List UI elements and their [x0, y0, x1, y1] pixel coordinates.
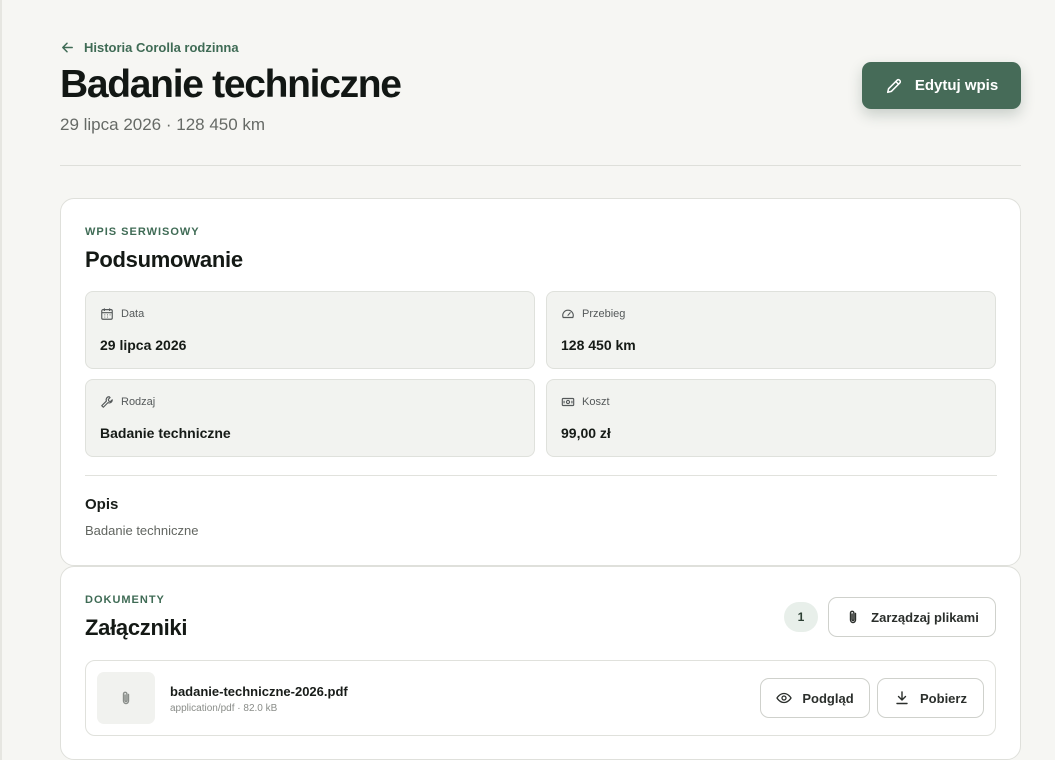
download-button[interactable]: Pobierz [877, 678, 984, 718]
manage-files-label: Zarządzaj plikami [871, 609, 979, 625]
arrow-left-icon [62, 42, 73, 53]
edit-entry-button[interactable]: Edytuj wpis [862, 62, 1021, 109]
pencil-icon [886, 78, 901, 93]
header-divider [60, 165, 1021, 166]
calendar-icon [101, 308, 113, 320]
summary-divider [85, 475, 997, 476]
summary-card: WPIS SERWISOWY Podsumowanie Data 29 lipc… [60, 198, 1021, 566]
stat-cost-value: 99,00 zł [561, 425, 611, 441]
stat-type: Rodzaj Badanie techniczne [85, 379, 535, 457]
documents-card: DOKUMENTY Załączniki 1 Zarządzaj plikami… [60, 566, 1021, 760]
download-label: Pobierz [920, 690, 967, 706]
stat-type-value: Badanie techniczne [100, 425, 231, 441]
gauge-icon [562, 309, 574, 319]
file-thumbnail [97, 672, 155, 724]
summary-title: Podsumowanie [85, 247, 243, 272]
stat-type-label: Rodzaj [121, 396, 156, 408]
file-name: badanie-techniczne-2026.pdf [170, 684, 348, 699]
window-edge [0, 0, 2, 760]
stat-cost-label-row: Koszt [561, 395, 610, 409]
documents-eyebrow: DOKUMENTY [85, 594, 165, 606]
summary-eyebrow: WPIS SERWISOWY [85, 226, 200, 238]
edit-entry-label: Edytuj wpis [914, 77, 999, 94]
stat-date: Data 29 lipca 2026 [85, 291, 535, 369]
wrench-icon [101, 396, 113, 408]
file-meta: application/pdf · 82.0 kB [170, 703, 278, 714]
page-subtitle: 29 lipca 2026 · 128 450 km [60, 115, 266, 134]
stat-cost: Koszt 99,00 zł [546, 379, 996, 457]
stat-cost-label: Koszt [582, 396, 610, 408]
download-icon [896, 691, 908, 705]
page-title: Badanie techniczne [60, 63, 402, 106]
paperclip-icon [122, 691, 130, 705]
back-link[interactable]: Historia Corolla rodzinna [60, 40, 239, 55]
description-title: Opis [85, 496, 119, 513]
stat-type-label-row: Rodzaj [100, 395, 155, 409]
attachment-count-badge: 1 [784, 602, 818, 632]
eye-icon [776, 692, 793, 704]
stat-mileage-label: Przebieg [582, 308, 626, 320]
preview-label: Podgląd [802, 690, 854, 706]
back-link-label: Historia Corolla rodzinna [84, 40, 239, 55]
stat-date-label: Data [121, 308, 145, 320]
paperclip-icon [849, 610, 857, 624]
stat-mileage-label-row: Przebieg [561, 307, 625, 321]
stat-date-value: 29 lipca 2026 [100, 337, 187, 353]
description-text: Badanie techniczne [85, 523, 199, 538]
preview-button[interactable]: Podgląd [760, 678, 870, 718]
stat-mileage-value: 128 450 km [561, 337, 636, 353]
manage-files-button[interactable]: Zarządzaj plikami [828, 597, 996, 637]
stat-date-label-row: Data [100, 307, 144, 321]
attachment-item: badanie-techniczne-2026.pdf application/… [85, 660, 996, 736]
cash-icon [561, 397, 575, 407]
stat-mileage: Przebieg 128 450 km [546, 291, 996, 369]
documents-title: Załączniki [85, 615, 188, 640]
